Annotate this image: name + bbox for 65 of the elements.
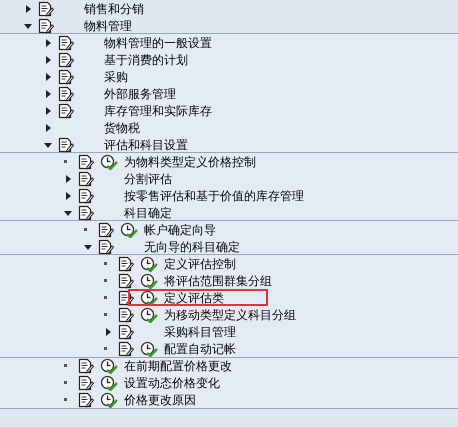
collapse-arrow-icon[interactable] — [24, 22, 32, 30]
bullet-icon — [64, 160, 67, 163]
clock-check-icon[interactable] — [140, 256, 158, 272]
clock-check-icon[interactable] — [140, 272, 158, 288]
bullet-icon — [64, 381, 67, 384]
tree-item[interactable]: 外部服务管理 — [104, 86, 176, 102]
tree-item[interactable]: 物料管理 — [84, 18, 132, 34]
tree-item[interactable]: 销售和分销 — [84, 0, 144, 16]
tree-item[interactable]: 定义评估控制 — [164, 256, 236, 272]
collapse-arrow-icon[interactable] — [44, 140, 52, 148]
clock-check-icon[interactable] — [100, 392, 118, 408]
bullet-icon — [64, 364, 67, 367]
tree-item[interactable]: 帐户确定向导 — [144, 222, 216, 238]
document-icon[interactable] — [78, 358, 94, 374]
tree-item[interactable]: 配置自动记帐 — [164, 340, 236, 356]
clock-check-icon[interactable] — [140, 306, 158, 322]
tree-item[interactable]: 定义评估类 — [164, 290, 224, 306]
tree-item[interactable]: 库存管理和实际库存 — [104, 102, 212, 118]
tree-item[interactable]: 货物税 — [104, 120, 140, 136]
collapse-arrow-icon[interactable] — [64, 208, 72, 216]
bullet-icon — [104, 262, 107, 265]
tree-item[interactable]: 在前期配置价格更改 — [124, 358, 232, 374]
document-icon[interactable] — [58, 34, 74, 50]
tree-item[interactable]: 为物料类型定义价格控制 — [124, 154, 256, 170]
tree-item[interactable]: 物料管理的一般设置 — [104, 34, 212, 50]
clock-check-icon[interactable] — [140, 290, 158, 306]
expand-arrow-icon[interactable] — [64, 174, 72, 182]
clock-check-icon[interactable] — [140, 340, 158, 356]
clock-check-icon[interactable] — [100, 374, 118, 390]
clock-check-icon[interactable] — [120, 222, 138, 238]
tree-item[interactable]: 价格更改原因 — [124, 392, 196, 408]
bullet-icon — [104, 279, 107, 282]
tree-item[interactable]: 采购科目管理 — [164, 324, 236, 340]
tree-item[interactable]: 分割评估 — [124, 170, 172, 186]
tree-item[interactable]: 基于消费的计划 — [104, 52, 188, 68]
expand-arrow-icon[interactable] — [44, 56, 52, 64]
expand-arrow-icon[interactable] — [44, 90, 52, 98]
document-icon[interactable] — [78, 154, 94, 170]
tree-item[interactable]: 设置动态价格变化 — [124, 374, 220, 390]
expand-arrow-icon[interactable] — [104, 328, 112, 336]
expand-arrow-icon[interactable] — [44, 124, 52, 132]
bullet-icon — [64, 398, 67, 401]
document-icon[interactable] — [58, 136, 74, 152]
expand-arrow-icon[interactable] — [24, 4, 32, 12]
bullet-icon — [84, 228, 87, 231]
document-icon[interactable] — [118, 256, 134, 272]
tree-item[interactable]: 按零售评估和基于价值的库存管理 — [124, 188, 304, 204]
tree-item[interactable]: 科目确定 — [124, 204, 172, 220]
tree-item[interactable]: 无向导的科目确定 — [144, 238, 240, 254]
clock-check-icon[interactable] — [100, 358, 118, 374]
bullet-icon — [104, 313, 107, 316]
bullet-icon — [104, 347, 107, 350]
collapse-arrow-icon[interactable] — [84, 242, 92, 250]
expand-arrow-icon[interactable] — [44, 106, 52, 114]
expand-arrow-icon[interactable] — [64, 192, 72, 200]
tree-item[interactable]: 采购 — [104, 68, 128, 84]
tree-item[interactable]: 为移动类型定义科目分组 — [164, 306, 296, 322]
expand-arrow-icon[interactable] — [44, 72, 52, 80]
expand-arrow-icon[interactable] — [44, 38, 52, 46]
tree-item[interactable]: 将评估范围群集分组 — [164, 272, 272, 288]
clock-check-icon[interactable] — [100, 154, 118, 170]
bullet-icon — [104, 296, 107, 299]
document-icon[interactable] — [38, 0, 54, 16]
tree-item[interactable]: 评估和科目设置 — [104, 136, 188, 152]
document-icon[interactable] — [98, 222, 114, 238]
